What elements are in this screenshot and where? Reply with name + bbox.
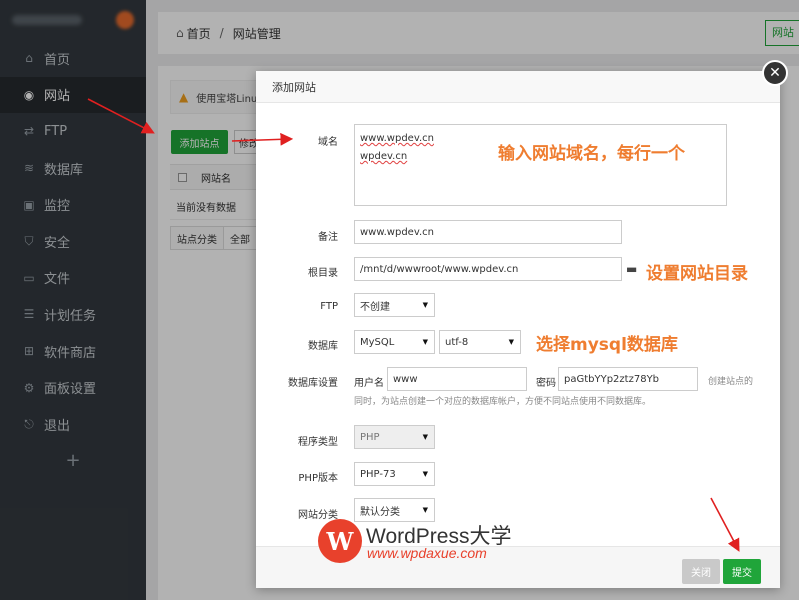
db-user-label: 用户名: [354, 378, 384, 389]
watermark-url: www.wpdaxue.com: [367, 545, 487, 561]
note-label: 备注: [318, 232, 338, 243]
program-type-select: PHP: [354, 425, 435, 449]
db-settings-label: 数据库设置: [288, 378, 338, 389]
close-icon[interactable]: ✕: [762, 60, 788, 86]
database-annotation: 选择mysql数据库: [536, 335, 678, 355]
root-dir-input[interactable]: /mnt/d/wwwroot/www.wpdev.cn: [354, 257, 622, 281]
database-label: 数据库: [308, 341, 338, 352]
add-site-dialog: 添加网站 域名 www.wpdev.cn wpdev.cn 备注 www.wpd…: [256, 71, 780, 588]
php-version-select[interactable]: PHP-73: [354, 462, 435, 486]
domain-textarea[interactable]: www.wpdev.cn wpdev.cn: [354, 124, 727, 206]
ftp-label: FTP: [320, 301, 338, 312]
domain-label: 域名: [318, 137, 338, 148]
domain-line: www.wpdev.cn: [360, 133, 434, 144]
wordpress-logo: W: [318, 519, 362, 563]
site-category-label: 网站分类: [298, 510, 338, 521]
site-category-select[interactable]: 默认分类: [354, 498, 435, 522]
domain-line: wpdev.cn: [360, 151, 408, 162]
dialog-title: 添加网站: [256, 71, 780, 103]
db-hint-2: 同时，为站点创建一个对应的数据库帐户，方便不同站点使用不同数据库。: [354, 397, 652, 407]
root-annotation: 设置网站目录: [646, 264, 748, 284]
submit-button[interactable]: 提交: [723, 559, 761, 584]
close-button[interactable]: 关闭: [682, 559, 720, 584]
program-type-label: 程序类型: [298, 437, 338, 448]
note-input[interactable]: www.wpdev.cn: [354, 220, 622, 244]
folder-icon[interactable]: ▬: [626, 262, 637, 276]
ftp-select[interactable]: 不创建: [354, 293, 435, 317]
root-label: 根目录: [308, 268, 338, 279]
db-user-input[interactable]: www: [387, 367, 527, 391]
db-type-select[interactable]: MySQL: [354, 330, 435, 354]
php-version-label: PHP版本: [298, 473, 338, 484]
domain-annotation: 输入网站域名，每行一个: [498, 144, 685, 164]
db-charset-select[interactable]: utf-8: [439, 330, 521, 354]
db-pass-input[interactable]: paGtbYYp2ztz78Yb: [558, 367, 698, 391]
db-hint-1: 创建站点的: [708, 377, 754, 387]
db-pass-label: 密码: [536, 378, 556, 389]
